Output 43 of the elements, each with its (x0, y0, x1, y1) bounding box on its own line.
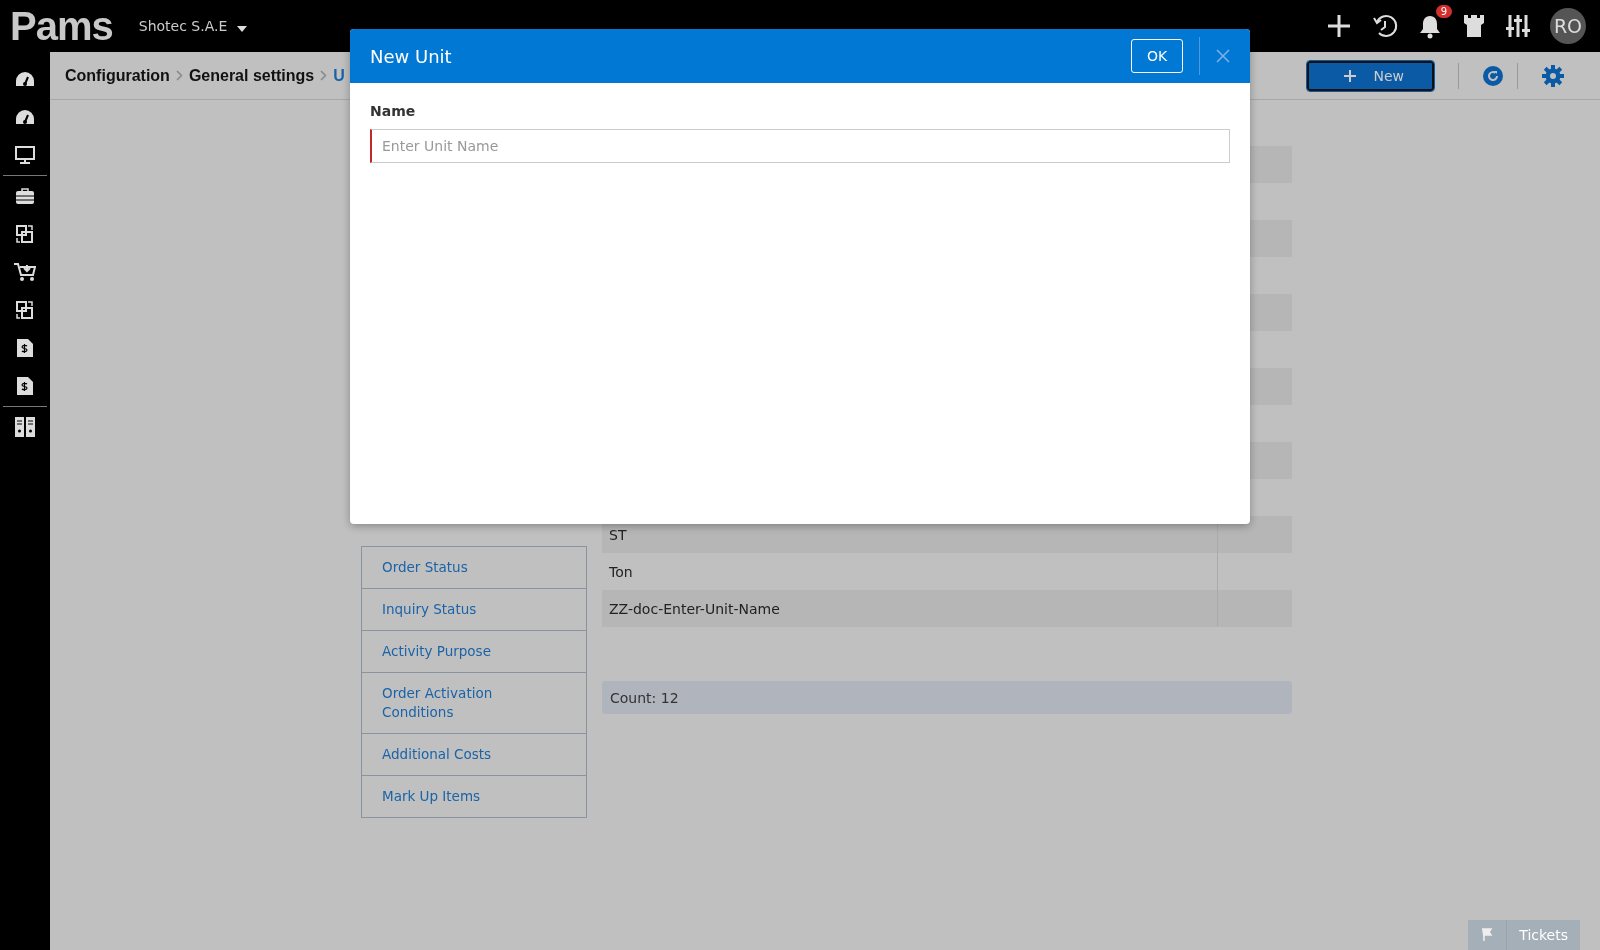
tickets-button[interactable]: Tickets (1468, 920, 1580, 950)
plus-icon (1343, 68, 1358, 83)
plus-icon[interactable] (1326, 13, 1352, 39)
bell-icon[interactable] (1418, 13, 1442, 39)
caret-icon (237, 26, 248, 32)
dialog-title: New Unit (370, 45, 452, 67)
columns-icon[interactable] (15, 417, 35, 437)
input-field[interactable]: Enter Unit Name (370, 129, 1230, 163)
field-label: Name (370, 103, 416, 119)
dollar-document-icon[interactable] (16, 376, 34, 396)
user-avatar[interactable]: RO (1550, 8, 1586, 44)
breadcrumb-link[interactable]: General settings (188, 66, 315, 85)
settings-menu-item[interactable]: Order Status (362, 547, 586, 589)
settings-icon[interactable] (1542, 64, 1564, 87)
breadcrumb-link[interactable]: Configuration (65, 66, 170, 85)
squares-icon[interactable] (16, 301, 34, 319)
settings-menu-item[interactable]: Mark Up Items (362, 776, 586, 818)
monitor-icon[interactable] (15, 146, 35, 164)
refresh-icon[interactable] (1483, 65, 1503, 86)
settings-menu-item[interactable]: Additional Costs (362, 734, 586, 776)
notification-badge: 9 (1435, 5, 1452, 18)
briefcase-icon[interactable] (16, 187, 34, 205)
gauge-icon[interactable] (15, 71, 35, 87)
ok-button[interactable]: OK (1131, 39, 1183, 73)
cart-icon[interactable] (14, 262, 36, 282)
new-button[interactable]: New (1307, 60, 1434, 91)
sliders-icon[interactable] (1506, 13, 1530, 39)
chevron-icon (175, 70, 183, 81)
history-icon[interactable] (1372, 13, 1398, 39)
settings-menu-item[interactable]: Inquiry Status (362, 589, 586, 631)
company-selector[interactable]: Shotec S.A.E (138, 18, 248, 34)
record-count: Count: 12 (602, 681, 1292, 714)
castle-icon[interactable] (1462, 13, 1486, 39)
flag-icon (1480, 928, 1495, 942)
logo[interactable]: Pams (10, 3, 113, 49)
settings-menu-item[interactable]: Activity Purpose (362, 631, 586, 673)
dollar-document-icon[interactable] (16, 338, 34, 358)
table-cell: ZZ-doc-Enter-Unit-Name (602, 590, 1218, 627)
breadcrumb-link[interactable]: U (333, 66, 345, 85)
squares-icon[interactable] (16, 225, 34, 243)
settings-menu-item[interactable]: Order Activation Conditions (362, 673, 586, 734)
gauge-icon[interactable] (15, 109, 35, 125)
chevron-icon (320, 70, 328, 81)
